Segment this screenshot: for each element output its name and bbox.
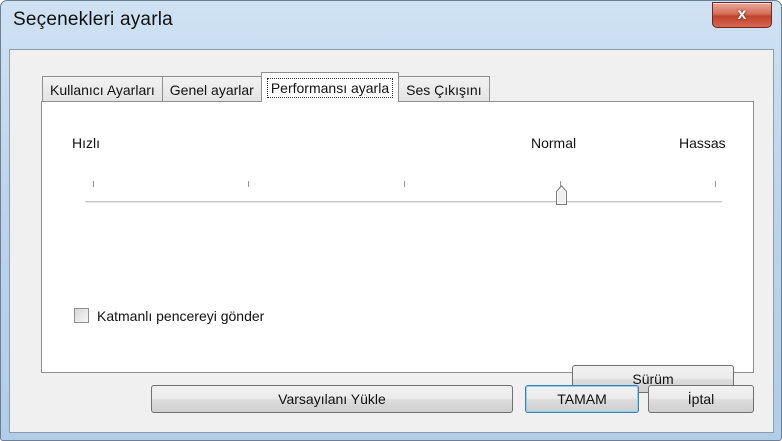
- tab-label: Ses Çıkışını: [406, 81, 482, 98]
- tab-user-settings[interactable]: Kullanıcı Ayarları: [42, 76, 163, 102]
- slider-label-normal: Normal: [531, 135, 577, 151]
- slider-thumb[interactable]: [555, 185, 568, 206]
- dialog-window: Seçenekleri ayarla x Kullanıcı Ayarları …: [0, 0, 782, 441]
- layered-window-checkbox[interactable]: [74, 308, 89, 323]
- slider-track[interactable]: [85, 201, 722, 203]
- tab-general-settings[interactable]: Genel ayarlar: [161, 76, 262, 102]
- performance-tab-panel: Hızlı Normal Hassas Katmanlı pencereyi g…: [41, 101, 754, 393]
- cancel-button[interactable]: İptal: [648, 385, 754, 413]
- slider-tick: [93, 181, 94, 187]
- slider-label-fast: Hızlı: [72, 135, 100, 151]
- tab-label: Genel ayarlar: [169, 81, 254, 98]
- close-button[interactable]: x: [712, 2, 772, 28]
- load-defaults-button[interactable]: Varsayılanı Yükle: [151, 385, 513, 413]
- close-icon: x: [737, 6, 747, 23]
- slider-tick: [248, 181, 249, 187]
- layered-window-checkbox-label[interactable]: Katmanlı pencereyi gönder: [97, 308, 264, 324]
- tab-performance-settings[interactable]: Performansı ayarla: [260, 72, 400, 102]
- tab-strip: Kullanıcı Ayarları Genel ayarlar Perform…: [42, 72, 490, 102]
- tab-label: Kullanıcı Ayarları: [50, 81, 155, 98]
- slider-label-precise: Hassas: [679, 135, 726, 151]
- window-title: Seçenekleri ayarla: [13, 9, 173, 30]
- slider-tick: [715, 181, 716, 187]
- tab-sound-output[interactable]: Ses Çıkışını: [398, 76, 490, 102]
- slider-tick: [404, 181, 405, 187]
- ok-button[interactable]: TAMAM: [525, 385, 639, 413]
- dialog-client-area: Kullanıcı Ayarları Genel ayarlar Perform…: [9, 49, 774, 433]
- tab-label: Performansı ayarla: [266, 77, 394, 98]
